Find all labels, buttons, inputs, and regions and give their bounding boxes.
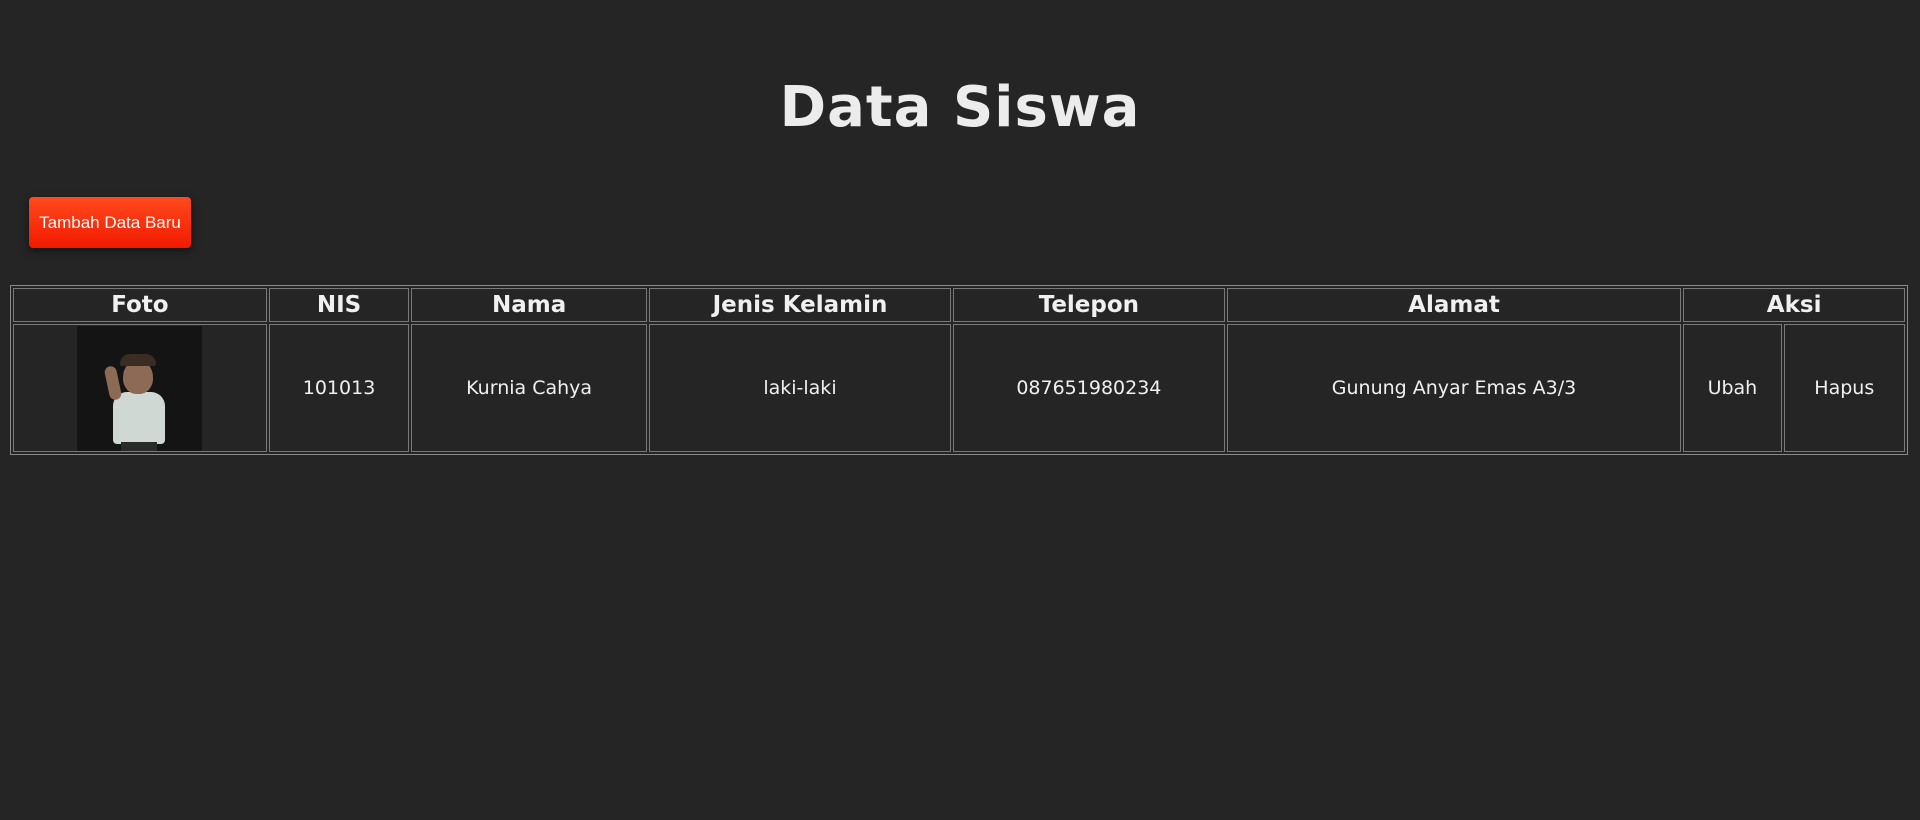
header-foto: Foto: [13, 288, 267, 322]
header-nama: Nama: [411, 288, 647, 322]
cell-nama: Kurnia Cahya: [411, 324, 647, 452]
header-nis: NIS: [268, 288, 410, 322]
header-telepon: Telepon: [952, 288, 1225, 322]
header-jenis-kelamin: Jenis Kelamin: [648, 288, 951, 322]
cell-nis: 101013: [268, 324, 410, 452]
add-new-data-button[interactable]: Tambah Data Baru: [29, 197, 191, 248]
header-aksi: Aksi: [1683, 288, 1905, 322]
cell-alamat: Gunung Anyar Emas A3/3: [1226, 324, 1682, 452]
cell-foto: [13, 324, 267, 452]
header-alamat: Alamat: [1226, 288, 1682, 322]
edit-link[interactable]: Ubah: [1708, 377, 1758, 399]
student-table: Foto NIS Nama Jenis Kelamin Telepon Alam…: [10, 285, 1908, 455]
cell-jenis-kelamin: laki-laki: [648, 324, 951, 452]
table-row: 101013 Kurnia Cahya laki-laki 0876519802…: [13, 324, 1905, 452]
table-header-row: Foto NIS Nama Jenis Kelamin Telepon Alam…: [13, 288, 1905, 322]
student-photo: [77, 325, 203, 451]
cell-hapus: Hapus: [1783, 324, 1905, 452]
cell-ubah: Ubah: [1683, 324, 1782, 452]
page-title: Data Siswa: [779, 75, 1141, 140]
delete-link[interactable]: Hapus: [1814, 377, 1874, 399]
cell-telepon: 087651980234: [952, 324, 1225, 452]
